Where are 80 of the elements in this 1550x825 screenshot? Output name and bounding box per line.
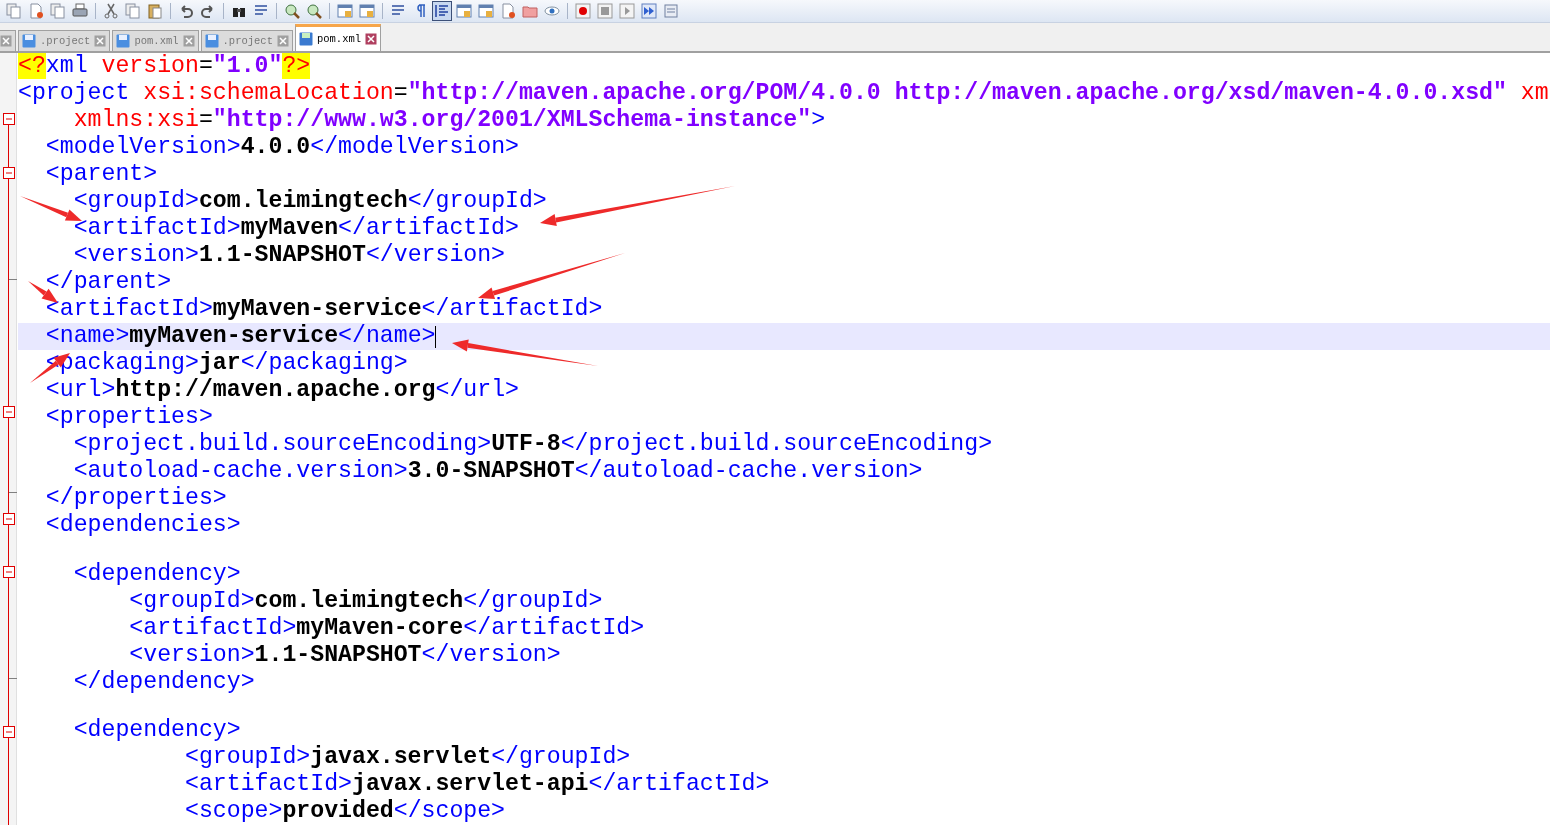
- fast-forward-button[interactable]: [639, 1, 659, 21]
- documents-button[interactable]: [4, 1, 24, 21]
- code-line: <name>myMaven-service</name>: [45, 323, 436, 350]
- documents-button[interactable]: [48, 1, 68, 21]
- stop-button[interactable]: [595, 1, 615, 21]
- code-line: <properties>: [45, 404, 213, 431]
- paste-icon: [147, 3, 163, 19]
- code-line: <groupId>com.leimingtech</groupId>: [129, 587, 603, 615]
- documents-icon: [50, 3, 66, 19]
- fold-toggle-icon[interactable]: [3, 166, 15, 179]
- code-line: <dependency>: [73, 560, 241, 588]
- close-icon[interactable]: [94, 35, 107, 47]
- code-line: <project xsi:schemaLocation="http://maven.apache.org/POM/4.0.0 http://maven.apache.org/xsd/maven-4.0.0.xsd" xm: [18, 80, 1549, 107]
- window-button[interactable]: [357, 1, 377, 21]
- file-tab[interactable]: .project: [200, 30, 293, 51]
- window-button[interactable]: [335, 1, 355, 21]
- code-line: <autoload-cache.version>3.0-SNAPSHOT</autoload-cache.version>: [73, 458, 923, 485]
- folder-icon: [522, 3, 538, 19]
- zoom-in-button[interactable]: [282, 1, 302, 21]
- play-button[interactable]: [617, 1, 637, 21]
- close-icon[interactable]: [182, 35, 195, 47]
- code-line: <parent>: [45, 161, 158, 188]
- record-button[interactable]: [573, 1, 593, 21]
- code-line: <version>1.1-SNAPSHOT</version>: [73, 242, 506, 269]
- code-line: </dependency>: [73, 668, 255, 696]
- code-line: xmlns:xsi="http://www.w3.org/2001/XMLSchema-instance">: [73, 107, 826, 134]
- redo-icon: [200, 3, 216, 19]
- code-line: <url>http://maven.apache.org</url>: [45, 377, 519, 404]
- indent-guide-button[interactable]: [432, 1, 452, 21]
- eye-icon: [544, 3, 560, 19]
- tab[interactable]: [0, 30, 16, 51]
- indent-guide-icon: [434, 3, 450, 19]
- panel-icon: [456, 3, 472, 19]
- zoom-in-icon: [284, 3, 300, 19]
- code-line: <dependency>: [73, 717, 241, 744]
- copy-icon: [125, 3, 141, 19]
- print-icon: [72, 3, 88, 19]
- code-line: <modelVersion>4.0.0</modelVersion>: [45, 134, 519, 161]
- code-line: <scope>provided</scope>: [185, 798, 506, 825]
- fold-toggle-icon[interactable]: [3, 565, 15, 578]
- undo-icon: [178, 3, 194, 19]
- stop-icon: [597, 3, 613, 19]
- code-line: <version>1.1-SNAPSHOT</version>: [129, 641, 561, 669]
- window-icon: [359, 3, 375, 19]
- text-caret: [435, 325, 437, 348]
- fold-toggle-icon[interactable]: [3, 406, 15, 419]
- cut-button[interactable]: [101, 1, 121, 21]
- code-line: </properties>: [45, 485, 227, 512]
- file-tab[interactable]: pom.xml: [294, 24, 382, 51]
- code-line: <artifactId>myMaven-service</artifactId>: [45, 296, 603, 323]
- code-line: </parent>: [45, 269, 172, 296]
- code-line: <project.build.sourceEncoding>UTF-8</project.build.sourceEncoding>: [73, 431, 993, 458]
- new-document-icon: [28, 3, 44, 19]
- fast-forward-icon: [641, 3, 657, 19]
- list-icon: [663, 3, 679, 19]
- paste-button[interactable]: [145, 1, 165, 21]
- record-icon: [575, 3, 591, 19]
- code-line: <?xml version="1.0"?>: [18, 53, 311, 80]
- documents-icon: [6, 3, 22, 19]
- close-icon[interactable]: [365, 33, 378, 45]
- copy-button[interactable]: [123, 1, 143, 21]
- window-icon: [337, 3, 353, 19]
- panel-button[interactable]: [454, 1, 474, 21]
- code-line: <groupId>com.leimingtech</groupId>: [73, 188, 547, 215]
- fold-toggle-icon[interactable]: [3, 725, 15, 738]
- close-icon[interactable]: [276, 35, 289, 47]
- file-tab[interactable]: pom.xml: [112, 30, 199, 51]
- fold-toggle-icon[interactable]: [3, 113, 15, 126]
- code-line: <groupId>javax.servlet</groupId>: [185, 744, 631, 771]
- play-icon: [619, 3, 635, 19]
- zoom-out-icon: [306, 3, 322, 19]
- code-line: <dependencies>: [45, 512, 241, 539]
- zoom-out-button[interactable]: [304, 1, 324, 21]
- fold-toggle-icon[interactable]: [3, 512, 15, 525]
- code-line: <artifactId>myMaven-core</artifactId>: [129, 614, 645, 642]
- file-tab[interactable]: .project: [18, 30, 111, 51]
- code-line: <artifactId>javax.servlet-api</artifactId>: [185, 771, 770, 798]
- cut-icon: [103, 3, 119, 19]
- code-line: <artifactId>myMaven</artifactId>: [73, 215, 519, 242]
- close-icon[interactable]: [0, 35, 12, 47]
